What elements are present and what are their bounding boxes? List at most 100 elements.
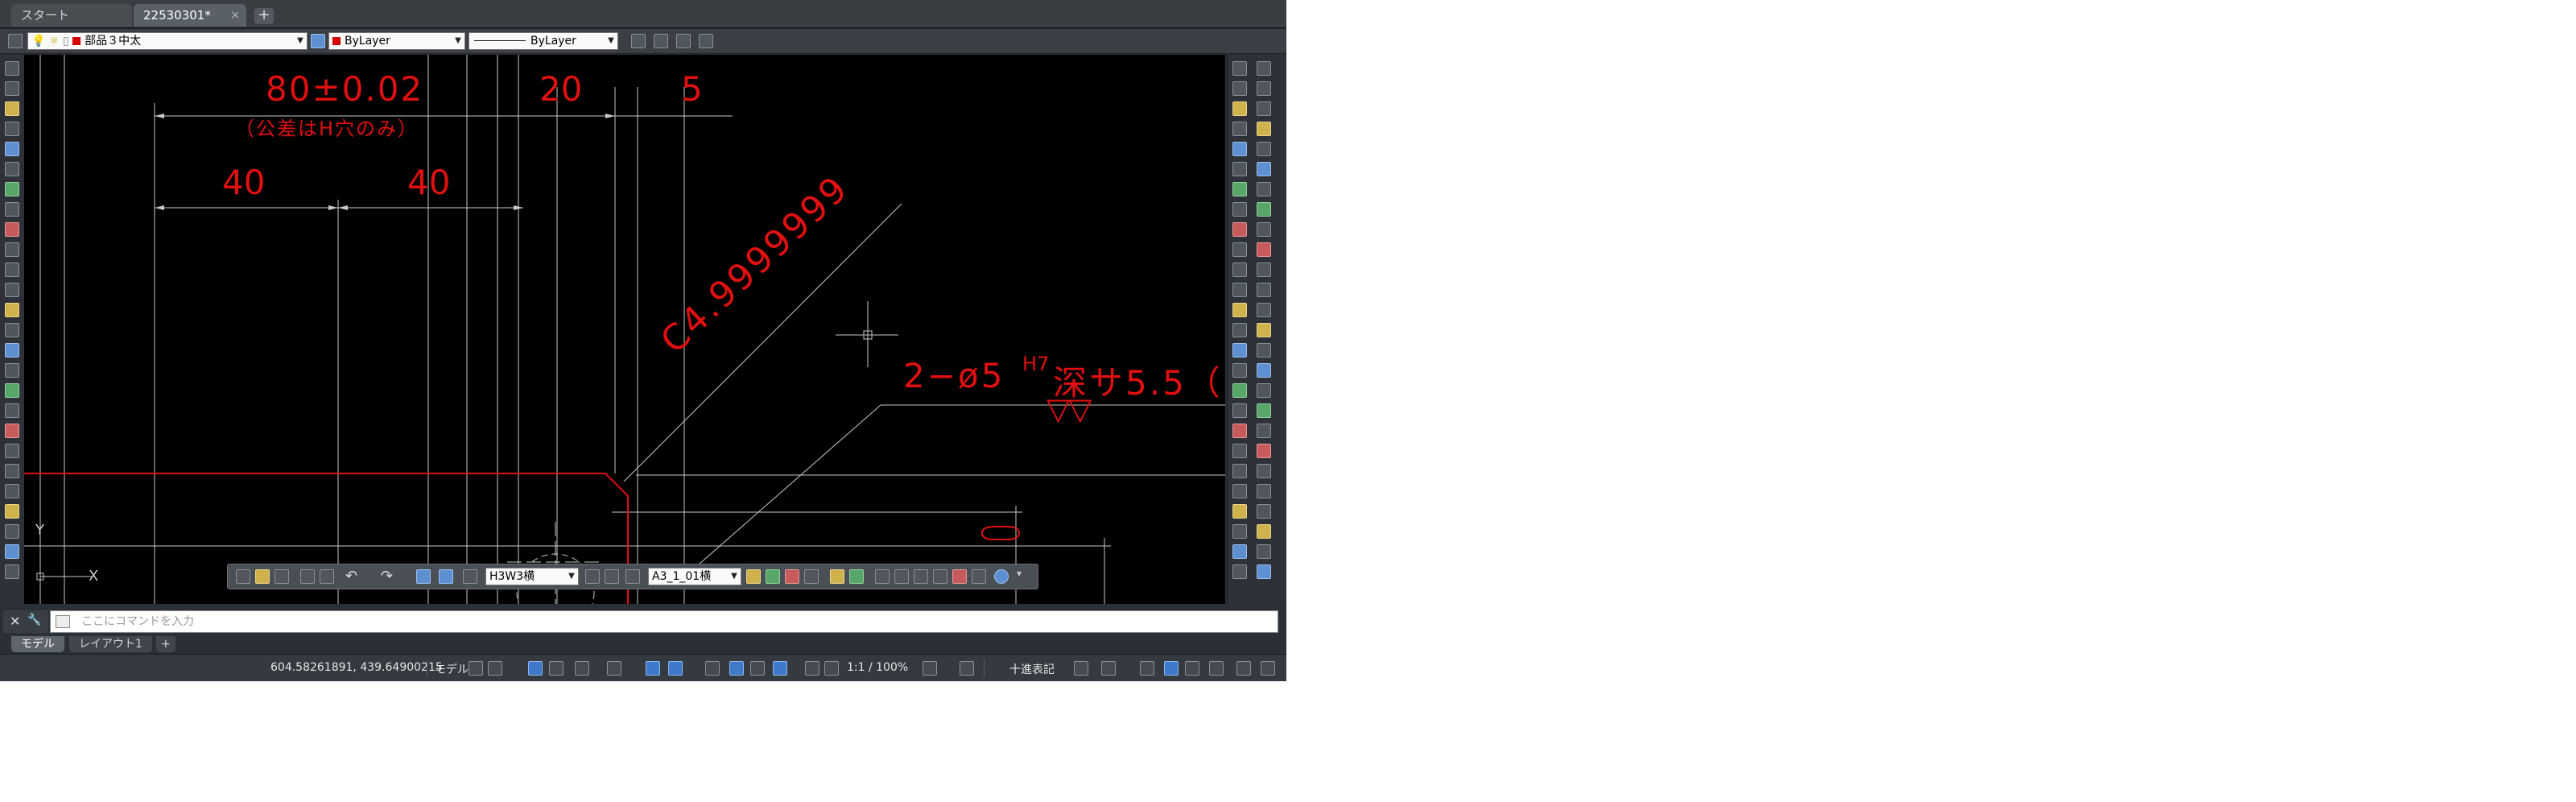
hole-note-text[interactable]: 2−ø5 <box>903 356 1005 395</box>
save-icon[interactable] <box>275 569 289 584</box>
modify-tool-icon[interactable] <box>1232 564 1247 579</box>
layer-isolate-icon[interactable] <box>972 569 986 584</box>
dimension-text-5[interactable]: 5 <box>681 69 703 109</box>
draw-tool-icon[interactable] <box>5 424 19 438</box>
modify-tool-icon[interactable] <box>1232 484 1247 498</box>
modify-tool-icon[interactable] <box>1232 424 1247 438</box>
modify-tool-icon[interactable] <box>1257 303 1271 317</box>
modify-tool-icon[interactable] <box>1232 263 1247 277</box>
sheet-set-icon[interactable] <box>785 569 799 584</box>
draw-tool-icon[interactable] <box>5 283 19 297</box>
annotation-visibility-icon[interactable] <box>773 661 787 676</box>
draw-tool-icon[interactable] <box>5 222 19 237</box>
ortho-icon[interactable] <box>575 661 589 676</box>
annotation-scale-icon[interactable] <box>824 661 839 676</box>
draw-tool-icon[interactable] <box>5 202 19 217</box>
modify-tool-icon[interactable] <box>1257 162 1271 176</box>
draw-tool-icon[interactable] <box>5 242 19 257</box>
new-layout-button[interactable]: + <box>156 636 175 652</box>
lock-ui-icon[interactable] <box>1101 661 1116 676</box>
modify-tool-icon[interactable] <box>1232 162 1247 176</box>
draw-tool-icon[interactable] <box>5 263 19 277</box>
pan-icon[interactable] <box>914 569 928 584</box>
make-current-layer-icon[interactable] <box>311 34 325 48</box>
table-style-icon[interactable] <box>605 569 619 584</box>
auto-scale-icon[interactable] <box>805 661 819 676</box>
print-preview-icon[interactable] <box>320 569 334 584</box>
modify-tool-icon[interactable] <box>1257 363 1271 378</box>
modify-tool-icon[interactable] <box>1257 222 1271 237</box>
annotation-scale[interactable]: 1:1 / 100% <box>847 661 908 674</box>
cursor-coordinates[interactable]: 604.58261891, 439.64900215 <box>270 661 443 674</box>
modify-tool-icon[interactable] <box>1257 444 1271 458</box>
fullscreen-icon[interactable] <box>1209 661 1224 676</box>
finish-symbol-text[interactable]: ▽▽ <box>1046 391 1092 427</box>
draw-tool-icon[interactable] <box>5 403 19 418</box>
draw-tool-icon[interactable] <box>5 182 19 196</box>
layout-template-dropdown[interactable]: A3_1_01横 ▼ <box>648 568 741 585</box>
modify-tool-icon[interactable] <box>1257 504 1271 519</box>
customization-menu-icon[interactable] <box>1261 661 1275 676</box>
help-icon[interactable] <box>994 569 1009 584</box>
modify-tool-icon[interactable] <box>1257 524 1271 539</box>
infer-constraints-icon[interactable] <box>528 661 543 676</box>
modify-tool-icon[interactable] <box>1257 242 1271 257</box>
multileader-icon[interactable] <box>625 569 640 584</box>
close-icon[interactable]: × <box>230 4 240 27</box>
redo-icon[interactable]: ↷ <box>381 568 393 585</box>
tolerance-note[interactable]: （公差はH穴のみ） <box>235 113 419 141</box>
text-style-icon[interactable] <box>463 569 477 584</box>
draw-tool-icon[interactable] <box>5 504 19 519</box>
draw-tool-icon[interactable] <box>5 343 19 358</box>
drawing-canvas[interactable]: 80±0.02 （公差はH穴のみ） 20 5 40 40 C4.9999999 … <box>24 55 1225 604</box>
draw-tool-icon[interactable] <box>5 524 19 539</box>
hardware-acceleration-icon[interactable] <box>1164 661 1179 676</box>
draw-tool-icon[interactable] <box>5 101 19 116</box>
draw-tool-icon[interactable] <box>5 142 19 156</box>
named-views-icon[interactable] <box>676 34 691 48</box>
color-dropdown[interactable]: ByLayer ▼ <box>328 32 465 50</box>
list-icon[interactable] <box>585 569 600 584</box>
linetype-dropdown[interactable]: ByLayer ▼ <box>469 32 618 50</box>
undo-icon[interactable]: ↶ <box>345 568 357 585</box>
viewport-layout-icon[interactable] <box>699 34 713 48</box>
selection-cycling-icon[interactable] <box>750 661 765 676</box>
new-file-icon[interactable] <box>236 569 250 584</box>
modify-tool-icon[interactable] <box>1257 122 1271 136</box>
open-folder-icon[interactable] <box>255 569 270 584</box>
modify-tool-icon[interactable] <box>1232 303 1247 317</box>
draw-tool-icon[interactable] <box>5 544 19 559</box>
dimension-text-80[interactable]: 80±0.02 <box>266 69 423 109</box>
modify-tool-icon[interactable] <box>1232 323 1247 337</box>
new-tab-button[interactable]: + <box>254 8 274 24</box>
layer-dropdown[interactable]: 💡 ☼ ▯ 部品３中太 ▼ <box>27 32 308 50</box>
draw-tool-icon[interactable] <box>5 81 19 96</box>
draw-tool-icon[interactable] <box>5 303 19 317</box>
viewport-icon[interactable] <box>654 34 668 48</box>
modify-tool-icon[interactable] <box>1232 182 1247 196</box>
modify-tool-icon[interactable] <box>1232 363 1247 378</box>
modify-tool-icon[interactable] <box>1257 564 1271 579</box>
modify-tool-icon[interactable] <box>1232 403 1247 418</box>
design-center-icon[interactable] <box>746 569 761 584</box>
modify-tool-icon[interactable] <box>1232 142 1247 156</box>
draw-tool-icon[interactable] <box>5 484 19 498</box>
draw-tool-icon[interactable] <box>5 162 19 176</box>
command-input[interactable]: ここにコマンドを入力 <box>50 610 1278 633</box>
delete-icon[interactable] <box>952 569 967 584</box>
modify-tool-icon[interactable] <box>1257 182 1271 196</box>
external-references-icon[interactable] <box>875 569 890 584</box>
modify-tool-icon[interactable] <box>1232 444 1247 458</box>
draw-tool-icon[interactable] <box>5 61 19 76</box>
block-editor-icon[interactable] <box>849 569 864 584</box>
wrench-icon[interactable]: 🔧 <box>27 614 41 626</box>
zoom-realtime-icon[interactable] <box>894 569 909 584</box>
modify-tool-icon[interactable] <box>1257 464 1271 478</box>
lock-icon[interactable]: ▯ <box>63 35 69 48</box>
transparency-icon[interactable] <box>729 661 744 676</box>
modify-tool-icon[interactable] <box>1232 202 1247 217</box>
command-history-icon[interactable] <box>56 615 70 628</box>
match-properties-icon[interactable] <box>631 34 646 48</box>
tab-drawing[interactable]: 22530301* × <box>134 4 246 27</box>
calculator-icon[interactable] <box>830 569 844 584</box>
